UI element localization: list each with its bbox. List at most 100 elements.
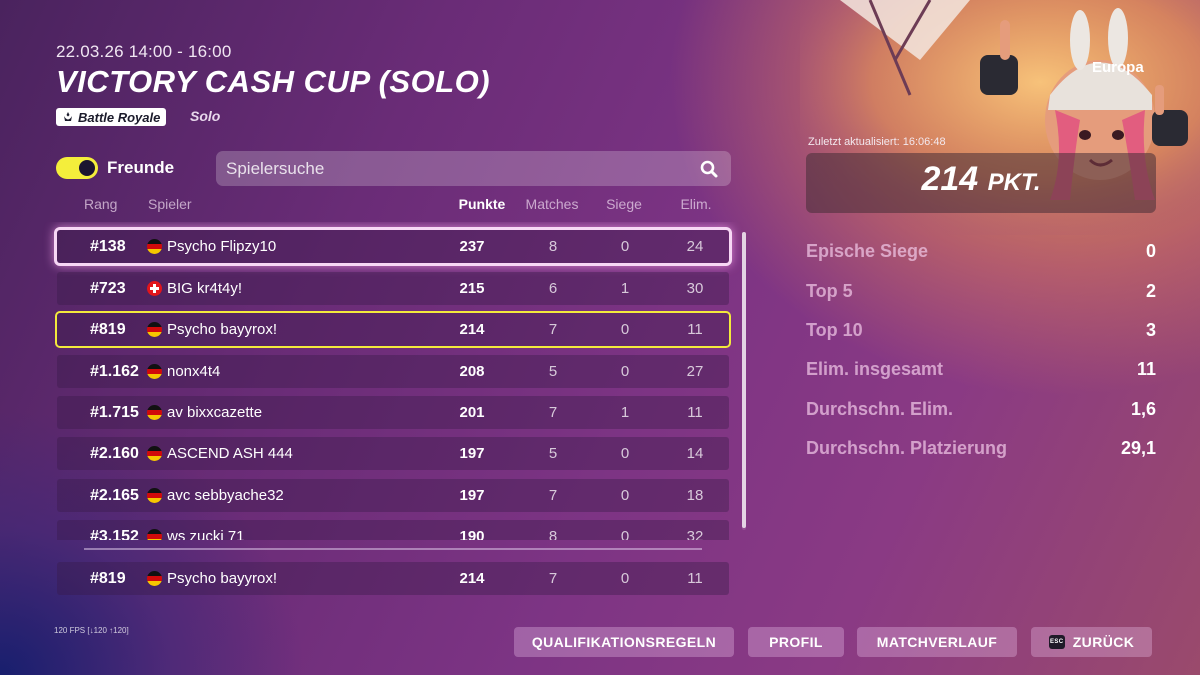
elims-cell: 27 [686, 363, 704, 380]
elims-cell: 24 [686, 238, 704, 255]
wins-cell: 1 [620, 280, 630, 297]
stat-value: 2 [1145, 281, 1156, 301]
matches-cell: 6 [548, 280, 558, 297]
elims-cell: 18 [686, 487, 704, 504]
leaderboard-row[interactable]: #138 Psycho Flipzy10 237 8 0 24 [57, 230, 729, 263]
search-input[interactable] [226, 151, 686, 186]
player-name: Psycho bayyrox! [167, 570, 278, 587]
crown-icon [64, 112, 72, 121]
scrollbar-thumb[interactable] [742, 232, 746, 528]
player-search [216, 151, 731, 186]
region-label: Europa [1092, 59, 1144, 76]
tournament-title: VICTORY CASH CUP (SOLO) [56, 64, 491, 99]
total-score: 214 PKT. [806, 160, 1156, 199]
player-name: nonx4t4 [167, 363, 221, 380]
points-cell: 197 [459, 445, 485, 462]
player-name: avc sebbyache32 [167, 487, 284, 504]
back-button[interactable]: ESC ZURÜCK [1031, 627, 1152, 657]
points-cell: 190 [459, 528, 485, 540]
column-elims[interactable]: Elim. [661, 196, 731, 212]
leaderboard-row[interactable]: #2.165 avc sebbyache32 197 7 0 18 [57, 479, 729, 512]
matches-cell: 7 [548, 404, 558, 421]
germany-flag-icon [147, 364, 162, 379]
stat-label: Durchschn. Elim. [806, 399, 954, 419]
points-cell: 214 [459, 321, 485, 338]
elims-cell: 30 [686, 280, 704, 297]
matches-cell: 7 [548, 487, 558, 504]
last-updated: Zuletzt aktualisiert: 16:06:48 [808, 136, 946, 148]
wins-cell: 0 [620, 445, 630, 462]
search-icon[interactable] [699, 159, 719, 179]
elims-cell: 32 [686, 528, 704, 540]
column-points[interactable]: Punkte [447, 196, 517, 212]
stat-value: 1,6 [1130, 399, 1156, 419]
my-rank-row[interactable]: #819 Psycho bayyrox! 214 7 0 11 [57, 562, 729, 595]
qualification-rules-button[interactable]: QUALIFIKATIONSREGELN [514, 627, 734, 657]
rank-cell: #1.162 [90, 363, 139, 380]
points-cell: 208 [459, 363, 485, 380]
profile-button[interactable]: PROFIL [748, 627, 844, 657]
wins-cell: 0 [620, 487, 630, 504]
rank-cell: #3.152 [90, 528, 139, 540]
back-button-label: ZURÜCK [1072, 634, 1135, 650]
tournament-date: 22.03.26 14:00 - 16:00 [56, 42, 232, 61]
germany-flag-icon [147, 488, 162, 503]
wins-cell: 0 [620, 321, 630, 338]
stat-label: Top 10 [806, 320, 863, 340]
mode-badge: Battle Royale [56, 108, 167, 126]
mode-badge-label: Battle Royale [78, 109, 161, 125]
stat-label: Top 5 [806, 281, 853, 301]
leaderboard-row[interactable]: #1.162 nonx4t4 208 5 0 27 [57, 355, 729, 388]
friends-toggle-label: Freunde [107, 158, 175, 177]
points-cell: 237 [459, 238, 485, 255]
rank-cell: #2.160 [90, 445, 139, 462]
player-name: av bixxcazette [167, 404, 263, 421]
germany-flag-icon [147, 239, 162, 254]
stat-value: 11 [1136, 359, 1156, 379]
mode-subtitle: Solo [190, 108, 221, 124]
list-divider [84, 548, 702, 550]
points-cell: 214 [459, 570, 485, 587]
elims-cell: 11 [687, 570, 703, 587]
matches-cell: 5 [548, 363, 558, 380]
wins-cell: 0 [620, 528, 630, 540]
leaderboard-list: #138 Psycho Flipzy10 237 8 0 24 #723 BIG kr4t4y… [0, 222, 760, 540]
wins-cell: 0 [620, 238, 630, 255]
matches-cell: 5 [548, 445, 558, 462]
leaderboard-row[interactable]: #3.152 ws zucki 71 190 8 0 32 [57, 520, 729, 540]
matches-cell: 8 [548, 238, 558, 255]
matches-cell: 7 [548, 321, 558, 338]
toggle-knob [79, 160, 95, 176]
germany-flag-icon [147, 405, 162, 420]
column-wins[interactable]: Siege [589, 196, 659, 212]
germany-flag-icon [147, 529, 162, 540]
player-name: BIG kr4t4y! [167, 280, 243, 297]
stat-value: 29,1 [1120, 438, 1156, 458]
rank-cell: #1.715 [90, 404, 139, 421]
player-name: ASCEND ASH 444 [167, 445, 293, 462]
stat-value: 0 [1145, 241, 1156, 261]
esc-key-icon: ESC [1048, 635, 1065, 649]
points-cell: 197 [459, 487, 485, 504]
leaderboard-row[interactable]: #1.715 av bixxcazette 201 7 1 11 [57, 396, 729, 429]
fps-counter: 120 FPS [↓120 ↑120] [54, 626, 129, 635]
stat-label: Durchschn. Platzierung [806, 438, 1008, 458]
leaderboard-row[interactable]: #723 BIG kr4t4y! 215 6 1 30 [57, 272, 729, 305]
match-history-button[interactable]: MATCHVERLAUF [857, 627, 1017, 657]
wins-cell: 1 [620, 404, 630, 421]
friends-toggle[interactable] [56, 157, 98, 179]
leaderboard-row[interactable]: #2.160 ASCEND ASH 444 197 5 0 14 [57, 437, 729, 470]
stat-label: Elim. insgesamt [806, 359, 944, 379]
germany-flag-icon [147, 446, 162, 461]
score-value: 214 [921, 160, 979, 198]
rank-cell: #138 [90, 238, 126, 255]
stat-value: 3 [1145, 320, 1156, 340]
leaderboard-row[interactable]: #819 Psycho bayyrox! 214 7 0 11 [57, 313, 729, 346]
elims-cell: 11 [687, 321, 703, 338]
stat-label: Epische Siege [806, 241, 929, 261]
elims-cell: 14 [686, 445, 704, 462]
column-rank: Rang [84, 196, 118, 212]
column-matches[interactable]: Matches [517, 196, 587, 212]
rank-cell: #819 [90, 570, 126, 587]
matches-cell: 7 [548, 570, 558, 587]
